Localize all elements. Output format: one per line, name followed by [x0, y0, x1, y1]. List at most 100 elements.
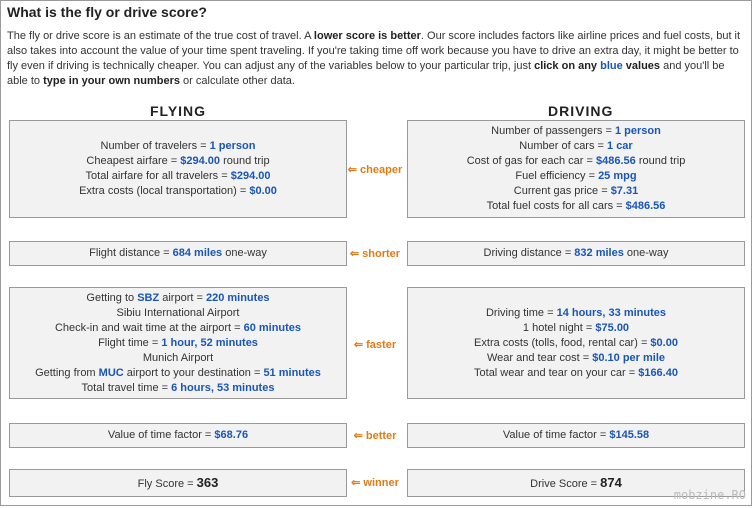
- info-line: Getting from MUC airport to your destina…: [10, 366, 346, 381]
- info-line: Value of time factor = $145.58: [408, 428, 744, 443]
- info-line: Getting to SBZ airport = 220 minutes: [10, 291, 346, 306]
- editable-value[interactable]: $0.00: [249, 185, 277, 197]
- info-suffix: one-way: [222, 247, 267, 259]
- info-line: Wear and tear cost = $0.10 per mile: [408, 351, 744, 366]
- info-line: 1 hotel night = $75.00: [408, 321, 744, 336]
- intro-text: or calculate other data.: [180, 75, 295, 87]
- info-line: Total airfare for all travelers = $294.0…: [10, 169, 346, 184]
- info-line: Extra costs (local transportation) = $0.…: [10, 184, 346, 199]
- info-label: Sibiu International Airport: [116, 306, 240, 319]
- editable-value[interactable]: 14 hours, 33 minutes: [557, 307, 666, 319]
- editable-value[interactable]: $166.40: [638, 367, 678, 379]
- editable-value[interactable]: $75.00: [595, 322, 629, 334]
- info-label: Getting from: [35, 366, 99, 379]
- fly-distance-box: Flight distance = 684 miles one-way: [9, 241, 347, 266]
- editable-value[interactable]: 220 minutes: [206, 292, 270, 304]
- editable-value[interactable]: $7.31: [611, 185, 639, 197]
- info-line: Total wear and tear on your car = $166.4…: [408, 366, 744, 381]
- intro-blue-word: blue: [600, 60, 623, 72]
- editable-value[interactable]: 684 miles: [173, 247, 223, 259]
- editable-value[interactable]: 1 hour, 52 minutes: [161, 337, 258, 349]
- driving-heading: DRIVING: [548, 103, 614, 119]
- info-line: Flight distance = 684 miles one-way: [10, 246, 346, 261]
- info-line: Sibiu International Airport: [10, 306, 346, 321]
- info-line: Munich Airport: [10, 351, 346, 366]
- intro-bold: type in your own numbers: [43, 75, 180, 87]
- info-suffix: round trip: [635, 155, 686, 167]
- editable-value[interactable]: $486.56: [596, 155, 636, 167]
- intro-bold: click on any blue values: [534, 60, 660, 72]
- info-label: Driving distance =: [483, 247, 575, 259]
- fly-cost-box: Number of travelers = 1 person Cheapest a…: [9, 120, 347, 218]
- editable-value[interactable]: $0.10 per mile: [592, 352, 665, 364]
- editable-value[interactable]: $486.56: [626, 200, 666, 212]
- info-label: Driving time =: [485, 306, 557, 319]
- info-label: Extra costs (tolls, food, rental car) =: [474, 336, 651, 349]
- info-label: Total wear and tear on your car =: [474, 366, 639, 379]
- info-label: Total airfare for all travelers =: [85, 170, 231, 182]
- comparison-shorter: ⇐ shorter: [349, 248, 401, 260]
- intro-bold: lower score is better: [313, 30, 421, 42]
- drive-time-box: Driving time = 14 hours, 33 minutes 1 hot…: [407, 287, 745, 399]
- info-line: Driving distance = 832 miles one-way: [408, 246, 744, 261]
- editable-value[interactable]: 832 miles: [574, 247, 624, 259]
- editable-value[interactable]: $145.58: [609, 429, 649, 441]
- editable-value[interactable]: 6 hours, 53 minutes: [171, 382, 274, 394]
- info-label: Number of passengers =: [491, 125, 615, 137]
- info-label: Fly Score =: [137, 477, 197, 490]
- info-label: Number of cars =: [519, 140, 608, 152]
- editable-value[interactable]: $0.00: [650, 337, 678, 349]
- fly-time-box: Getting to SBZ airport = 220 minutes Sibi…: [9, 287, 347, 399]
- intro-bold-text: values: [622, 60, 661, 72]
- info-label: Value of time factor =: [502, 429, 610, 441]
- intro-paragraph: The fly or drive score is an estimate of…: [7, 29, 747, 89]
- info-line: Check-in and wait time at the airport = …: [10, 321, 346, 336]
- info-label: Extra costs (local transportation) =: [79, 185, 250, 197]
- editable-value[interactable]: 1 person: [615, 125, 661, 137]
- fly-value-box: Value of time factor = $68.76: [9, 423, 347, 448]
- info-line: Cost of gas for each car = $486.56 round…: [408, 154, 744, 169]
- info-line: Number of passengers = 1 person: [408, 124, 744, 139]
- info-label: Check-in and wait time at the airport =: [54, 321, 244, 334]
- info-suffix: round trip: [220, 155, 270, 167]
- info-suffix: one-way: [623, 247, 669, 259]
- editable-value[interactable]: MUC: [99, 367, 124, 379]
- drive-distance-box: Driving distance = 832 miles one-way: [407, 241, 745, 266]
- drive-cost-box: Number of passengers = 1 person Number of…: [407, 120, 745, 218]
- editable-value[interactable]: 25 mpg: [598, 170, 637, 182]
- editable-value[interactable]: 51 minutes: [263, 367, 320, 379]
- info-label: Value of time factor =: [107, 429, 215, 441]
- info-line: Driving time = 14 hours, 33 minutes: [408, 306, 744, 321]
- editable-value[interactable]: $294.00: [231, 170, 271, 182]
- info-label: Munich Airport: [142, 351, 214, 364]
- info-line: Total fuel costs for all cars = $486.56: [408, 199, 744, 214]
- info-line: Flight time = 1 hour, 52 minutes: [10, 336, 346, 351]
- info-line: Total travel time = 6 hours, 53 minutes: [10, 381, 346, 396]
- score-value: 363: [196, 474, 219, 490]
- editable-value[interactable]: $294.00: [180, 155, 220, 167]
- info-label: Wear and tear cost =: [486, 351, 593, 364]
- info-label: airport to your destination =: [123, 366, 264, 379]
- editable-value[interactable]: 60 minutes: [244, 322, 301, 334]
- info-line: Extra costs (tolls, food, rental car) = …: [408, 336, 744, 351]
- comparison-better: ⇐ better: [353, 430, 397, 442]
- info-line: Cheapest airfare = $294.00 round trip: [10, 154, 346, 169]
- editable-value[interactable]: 1 car: [607, 140, 633, 152]
- info-label: airport =: [159, 291, 206, 304]
- info-label: Cheapest airfare =: [86, 155, 181, 167]
- info-line: Fly Score = 363: [10, 475, 346, 492]
- drive-value-box: Value of time factor = $145.58: [407, 423, 745, 448]
- info-line: Number of travelers = 1 person: [10, 139, 346, 154]
- info-line: Current gas price = $7.31: [408, 184, 744, 199]
- fly-score-box: Fly Score = 363: [9, 469, 347, 497]
- editable-value[interactable]: SBZ: [137, 292, 159, 304]
- info-line: Fuel efficiency = 25 mpg: [408, 169, 744, 184]
- score-value: 874: [600, 474, 622, 490]
- info-label: Flight time =: [98, 336, 162, 349]
- info-label: Number of travelers =: [100, 140, 210, 152]
- info-label: 1 hotel night =: [522, 321, 596, 334]
- comparison-faster: ⇐ faster: [353, 339, 397, 351]
- info-label: Cost of gas for each car =: [466, 155, 597, 167]
- editable-value[interactable]: 1 person: [210, 140, 256, 152]
- editable-value[interactable]: $68.76: [214, 429, 248, 441]
